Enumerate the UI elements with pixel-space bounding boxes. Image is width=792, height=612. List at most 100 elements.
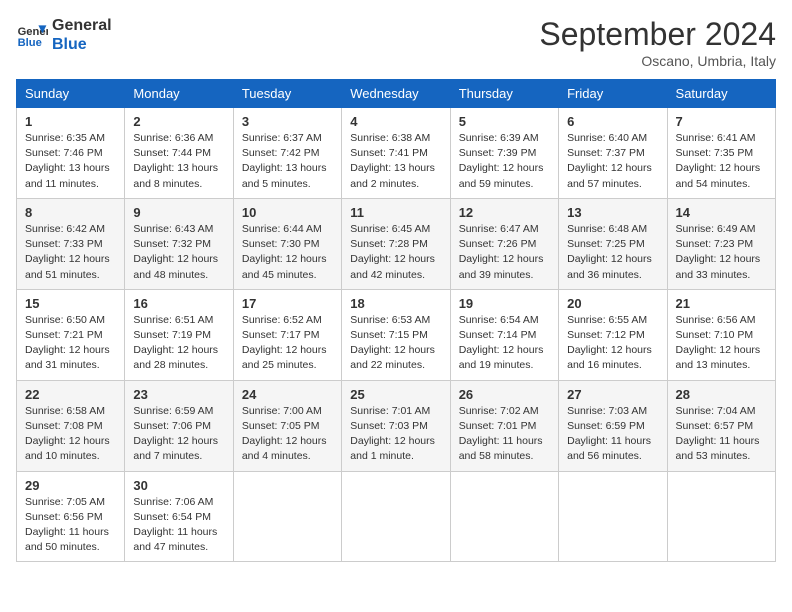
day-info: Sunrise: 7:00 AMSunset: 7:05 PMDaylight:… bbox=[242, 404, 333, 465]
day-number: 20 bbox=[567, 296, 658, 311]
logo-text-general: General bbox=[52, 16, 112, 35]
day-number: 1 bbox=[25, 114, 116, 129]
day-info: Sunrise: 6:36 AMSunset: 7:44 PMDaylight:… bbox=[133, 131, 224, 192]
day-number: 8 bbox=[25, 205, 116, 220]
title-block: September 2024 Oscano, Umbria, Italy bbox=[539, 16, 776, 69]
day-cell: 25Sunrise: 7:01 AMSunset: 7:03 PMDayligh… bbox=[342, 380, 450, 471]
day-number: 23 bbox=[133, 387, 224, 402]
day-cell: 3Sunrise: 6:37 AMSunset: 7:42 PMDaylight… bbox=[233, 108, 341, 199]
day-cell bbox=[667, 471, 775, 562]
day-info: Sunrise: 6:47 AMSunset: 7:26 PMDaylight:… bbox=[459, 222, 550, 283]
day-info: Sunrise: 6:58 AMSunset: 7:08 PMDaylight:… bbox=[25, 404, 116, 465]
day-cell bbox=[342, 471, 450, 562]
day-cell: 22 Sunrise: 6:58 AMSunset: 7:08 PMDayligh… bbox=[17, 380, 125, 471]
day-info: Sunrise: 6:44 AMSunset: 7:30 PMDaylight:… bbox=[242, 222, 333, 283]
logo-icon: General Blue bbox=[16, 19, 48, 51]
day-number: 25 bbox=[350, 387, 441, 402]
day-number: 26 bbox=[459, 387, 550, 402]
day-info: Sunrise: 6:42 AMSunset: 7:33 PMDaylight:… bbox=[25, 222, 116, 283]
location-subtitle: Oscano, Umbria, Italy bbox=[539, 53, 776, 69]
day-info: Sunrise: 7:02 AMSunset: 7:01 PMDaylight:… bbox=[459, 404, 550, 465]
logo: General Blue General Blue bbox=[16, 16, 112, 54]
day-cell: 9Sunrise: 6:43 AMSunset: 7:32 PMDaylight… bbox=[125, 198, 233, 289]
header-cell-friday: Friday bbox=[559, 80, 667, 108]
day-cell bbox=[559, 471, 667, 562]
day-cell: 19 Sunrise: 6:54 AMSunset: 7:14 PMDayligh… bbox=[450, 289, 558, 380]
day-info: Sunrise: 6:40 AMSunset: 7:37 PMDaylight:… bbox=[567, 131, 658, 192]
calendar-table: SundayMondayTuesdayWednesdayThursdayFrid… bbox=[16, 79, 776, 562]
day-number: 19 bbox=[459, 296, 550, 311]
header-cell-monday: Monday bbox=[125, 80, 233, 108]
day-info: Sunrise: 6:51 AMSunset: 7:19 PMDaylight:… bbox=[133, 313, 224, 374]
header-row: SundayMondayTuesdayWednesdayThursdayFrid… bbox=[17, 80, 776, 108]
svg-text:Blue: Blue bbox=[18, 37, 42, 49]
header-cell-thursday: Thursday bbox=[450, 80, 558, 108]
header-cell-tuesday: Tuesday bbox=[233, 80, 341, 108]
day-number: 5 bbox=[459, 114, 550, 129]
day-number: 15 bbox=[25, 296, 116, 311]
day-cell: 28 Sunrise: 7:04 AMSunset: 6:57 PMDayligh… bbox=[667, 380, 775, 471]
logo-text-blue: Blue bbox=[52, 35, 112, 54]
week-row-3: 15 Sunrise: 6:50 AMSunset: 7:21 PMDayligh… bbox=[17, 289, 776, 380]
day-info: Sunrise: 6:52 AMSunset: 7:17 PMDaylight:… bbox=[242, 313, 333, 374]
day-info: Sunrise: 7:03 AMSunset: 6:59 PMDaylight:… bbox=[567, 404, 658, 465]
month-title: September 2024 bbox=[539, 16, 776, 53]
day-info: Sunrise: 6:37 AMSunset: 7:42 PMDaylight:… bbox=[242, 131, 333, 192]
day-info: Sunrise: 7:06 AMSunset: 6:54 PMDaylight:… bbox=[133, 495, 224, 556]
day-cell: 2 Sunrise: 6:36 AMSunset: 7:44 PMDaylight… bbox=[125, 108, 233, 199]
day-number: 11 bbox=[350, 205, 441, 220]
day-number: 7 bbox=[676, 114, 767, 129]
day-info: Sunrise: 6:59 AMSunset: 7:06 PMDaylight:… bbox=[133, 404, 224, 465]
day-number: 2 bbox=[133, 114, 224, 129]
day-cell bbox=[233, 471, 341, 562]
day-info: Sunrise: 6:55 AMSunset: 7:12 PMDaylight:… bbox=[567, 313, 658, 374]
week-row-2: 8 Sunrise: 6:42 AMSunset: 7:33 PMDaylight… bbox=[17, 198, 776, 289]
day-info: Sunrise: 6:56 AMSunset: 7:10 PMDaylight:… bbox=[676, 313, 767, 374]
day-cell: 20 Sunrise: 6:55 AMSunset: 7:12 PMDayligh… bbox=[559, 289, 667, 380]
calendar-body: 1 Sunrise: 6:35 AMSunset: 7:46 PMDaylight… bbox=[17, 108, 776, 562]
day-number: 28 bbox=[676, 387, 767, 402]
day-number: 16 bbox=[133, 296, 224, 311]
day-cell: 14Sunrise: 6:49 AMSunset: 7:23 PMDayligh… bbox=[667, 198, 775, 289]
day-info: Sunrise: 7:05 AMSunset: 6:56 PMDaylight:… bbox=[25, 495, 116, 556]
week-row-5: 29 Sunrise: 7:05 AMSunset: 6:56 PMDayligh… bbox=[17, 471, 776, 562]
day-info: Sunrise: 6:39 AMSunset: 7:39 PMDaylight:… bbox=[459, 131, 550, 192]
day-cell: 15 Sunrise: 6:50 AMSunset: 7:21 PMDayligh… bbox=[17, 289, 125, 380]
day-cell: 7 Sunrise: 6:41 AMSunset: 7:35 PMDaylight… bbox=[667, 108, 775, 199]
day-cell bbox=[450, 471, 558, 562]
day-number: 12 bbox=[459, 205, 550, 220]
day-cell: 21 Sunrise: 6:56 AMSunset: 7:10 PMDayligh… bbox=[667, 289, 775, 380]
day-info: Sunrise: 6:54 AMSunset: 7:14 PMDaylight:… bbox=[459, 313, 550, 374]
page-header: General Blue General Blue September 2024… bbox=[16, 16, 776, 69]
day-number: 22 bbox=[25, 387, 116, 402]
day-cell: 16 Sunrise: 6:51 AMSunset: 7:19 PMDayligh… bbox=[125, 289, 233, 380]
day-cell: 23 Sunrise: 6:59 AMSunset: 7:06 PMDayligh… bbox=[125, 380, 233, 471]
day-info: Sunrise: 6:41 AMSunset: 7:35 PMDaylight:… bbox=[676, 131, 767, 192]
day-cell: 17 Sunrise: 6:52 AMSunset: 7:17 PMDayligh… bbox=[233, 289, 341, 380]
day-cell: 18Sunrise: 6:53 AMSunset: 7:15 PMDayligh… bbox=[342, 289, 450, 380]
day-number: 24 bbox=[242, 387, 333, 402]
day-cell: 8 Sunrise: 6:42 AMSunset: 7:33 PMDaylight… bbox=[17, 198, 125, 289]
header-cell-saturday: Saturday bbox=[667, 80, 775, 108]
day-number: 21 bbox=[676, 296, 767, 311]
day-info: Sunrise: 6:35 AMSunset: 7:46 PMDaylight:… bbox=[25, 131, 116, 192]
day-number: 29 bbox=[25, 478, 116, 493]
day-number: 4 bbox=[350, 114, 441, 129]
day-number: 6 bbox=[567, 114, 658, 129]
day-cell: 4 Sunrise: 6:38 AMSunset: 7:41 PMDaylight… bbox=[342, 108, 450, 199]
header-cell-sunday: Sunday bbox=[17, 80, 125, 108]
day-info: Sunrise: 6:50 AMSunset: 7:21 PMDaylight:… bbox=[25, 313, 116, 374]
day-cell: 24 Sunrise: 7:00 AMSunset: 7:05 PMDayligh… bbox=[233, 380, 341, 471]
day-cell: 13Sunrise: 6:48 AMSunset: 7:25 PMDayligh… bbox=[559, 198, 667, 289]
day-info: Sunrise: 6:43 AMSunset: 7:32 PMDaylight:… bbox=[133, 222, 224, 283]
week-row-4: 22 Sunrise: 6:58 AMSunset: 7:08 PMDayligh… bbox=[17, 380, 776, 471]
week-row-1: 1 Sunrise: 6:35 AMSunset: 7:46 PMDaylight… bbox=[17, 108, 776, 199]
day-cell: 29 Sunrise: 7:05 AMSunset: 6:56 PMDayligh… bbox=[17, 471, 125, 562]
day-number: 10 bbox=[242, 205, 333, 220]
day-info: Sunrise: 7:04 AMSunset: 6:57 PMDaylight:… bbox=[676, 404, 767, 465]
day-cell: 6 Sunrise: 6:40 AMSunset: 7:37 PMDaylight… bbox=[559, 108, 667, 199]
day-info: Sunrise: 6:38 AMSunset: 7:41 PMDaylight:… bbox=[350, 131, 441, 192]
day-number: 18 bbox=[350, 296, 441, 311]
header-cell-wednesday: Wednesday bbox=[342, 80, 450, 108]
day-number: 17 bbox=[242, 296, 333, 311]
